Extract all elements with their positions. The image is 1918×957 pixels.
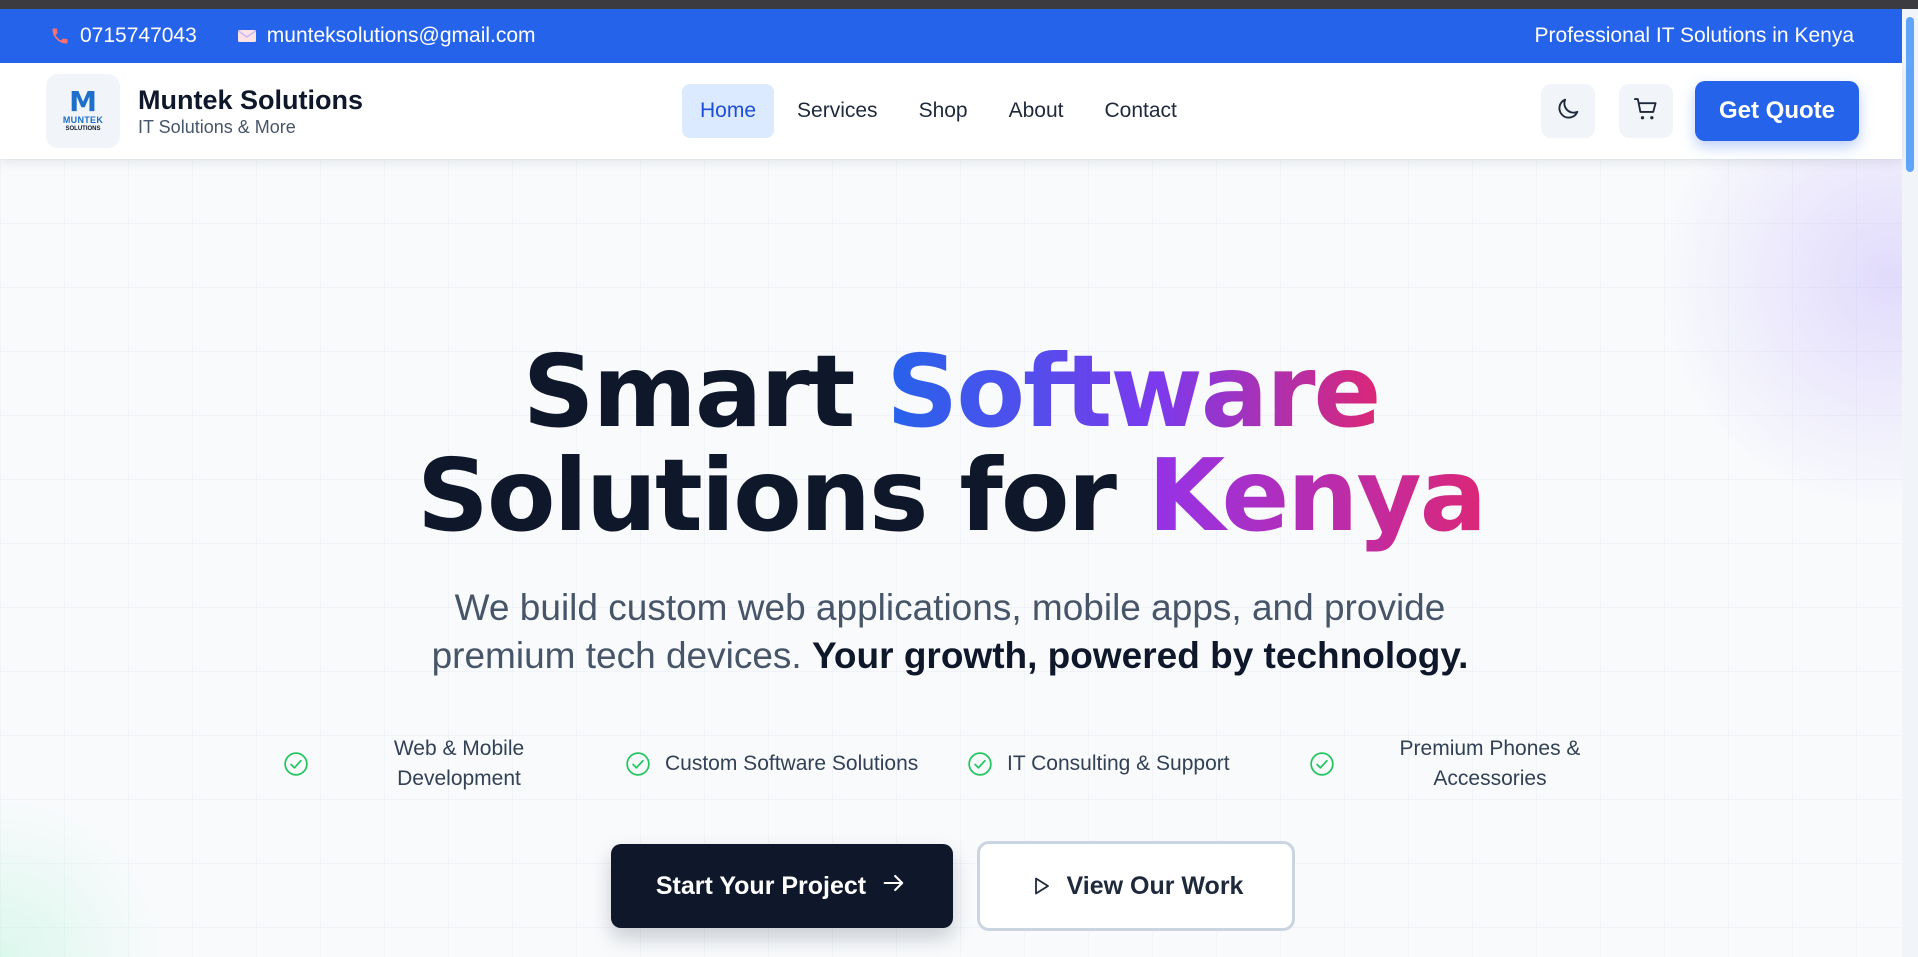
phone-contact[interactable]: 0715747043 — [50, 24, 197, 48]
hero-headline: Smart Software Solutions for Kenya — [0, 340, 1902, 548]
headline-word-smart: Smart — [522, 333, 856, 450]
feature-item: Custom Software Solutions — [625, 729, 955, 799]
subtitle-emphasis: Your growth, powered by technology. — [812, 635, 1469, 676]
nav-item-contact[interactable]: Contact — [1087, 84, 1195, 138]
get-quote-button[interactable]: Get Quote — [1695, 81, 1859, 141]
check-circle-icon — [283, 751, 309, 777]
feature-item: IT Consulting & Support — [967, 729, 1267, 799]
email-contact[interactable]: munteksolutions@gmail.com — [237, 24, 536, 48]
feature-label: Premium Phones & Accessories — [1399, 737, 1581, 790]
nav-item-home[interactable]: Home — [682, 84, 775, 138]
view-work-label: View Our Work — [1066, 871, 1244, 900]
start-project-label: Start Your Project — [655, 871, 867, 900]
logo-mark: M — [69, 85, 97, 118]
feature-item: Web & Mobile Development — [283, 729, 583, 799]
feature-item: Premium Phones & Accessories — [1309, 729, 1609, 799]
feature-label: IT Consulting & Support — [1007, 752, 1230, 775]
check-circle-icon — [967, 751, 993, 777]
cart-button[interactable] — [1619, 84, 1673, 138]
nav-item-services[interactable]: Services — [779, 84, 896, 138]
theme-toggle-button[interactable] — [1541, 84, 1595, 138]
mail-icon — [237, 28, 257, 44]
headline-words-solutions-for: Solutions for — [416, 437, 1117, 554]
headline-word-software: Software — [886, 333, 1381, 450]
brand[interactable]: Muntek Solutions IT Solutions & More — [138, 84, 363, 138]
phone-number: 0715747043 — [80, 24, 197, 47]
logo-word: MUNTEK — [62, 115, 104, 125]
arrow-right-icon — [880, 869, 908, 904]
feature-label: Custom Software Solutions — [665, 752, 919, 775]
headline-word-kenya: Kenya — [1147, 437, 1487, 554]
nav-item-shop[interactable]: Shop — [901, 84, 986, 138]
main-nav: Home Services Shop About Contact — [682, 84, 1200, 138]
check-circle-icon — [1309, 751, 1335, 777]
site-header: M MUNTEK SOLUTIONS Muntek Solutions IT S… — [0, 63, 1902, 159]
contact-topbar: 0715747043 munteksolutions@gmail.com Pro… — [0, 9, 1902, 63]
topbar-tagline: Professional IT Solutions in Kenya — [1534, 24, 1854, 47]
start-project-button[interactable]: Start Your Project — [611, 844, 953, 928]
logo[interactable]: M MUNTEK SOLUTIONS — [46, 74, 120, 148]
phone-icon — [50, 26, 70, 46]
feature-list: Web & Mobile Development Custom Software… — [0, 729, 1902, 799]
nav-item-about[interactable]: About — [991, 84, 1082, 138]
logo-subword: SOLUTIONS — [65, 126, 101, 132]
email-address: munteksolutions@gmail.com — [266, 24, 536, 47]
feature-label: Web & Mobile Development — [393, 737, 525, 790]
hero-subtitle: We build custom web applications, mobile… — [400, 584, 1500, 680]
view-work-button[interactable]: View Our Work — [977, 841, 1295, 931]
page-scrollbar[interactable] — [1902, 9, 1918, 957]
brand-tagline: IT Solutions & More — [138, 117, 296, 137]
play-icon — [1029, 874, 1053, 898]
browser-top-strip — [0, 0, 1918, 9]
cart-icon — [1632, 95, 1660, 128]
scrollbar-thumb[interactable] — [1906, 17, 1914, 172]
hero-section: Smart Software Solutions for Kenya We bu… — [0, 159, 1902, 957]
check-circle-icon — [625, 751, 651, 777]
brand-name: Muntek Solutions — [138, 85, 363, 115]
moon-icon — [1554, 95, 1582, 128]
